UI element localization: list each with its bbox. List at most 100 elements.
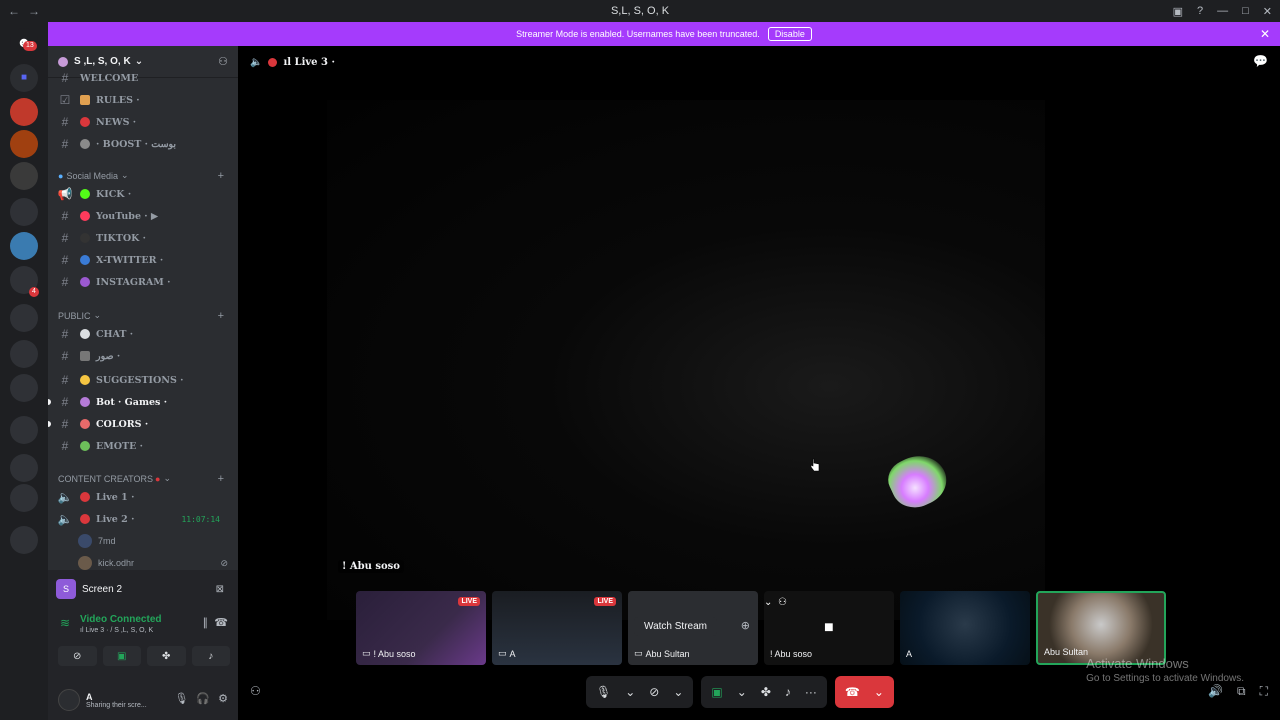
channel-photos[interactable]: # صور · xyxy=(56,346,230,366)
tile-label: A xyxy=(906,649,912,659)
tiktok-emoji-icon xyxy=(80,233,90,243)
server-folder-9[interactable] xyxy=(10,526,38,554)
channel-kick[interactable]: 📢 KICK · xyxy=(56,184,230,204)
minimize-button[interactable]: — xyxy=(1217,5,1228,17)
channel-colors[interactable]: # COLORS · xyxy=(48,414,230,434)
screen-share-panel[interactable]: S Screen 2 ⊠ xyxy=(56,576,230,602)
participant-tile[interactable]: LIVE ▭ A xyxy=(492,591,622,665)
add-channel-icon[interactable]: + xyxy=(218,170,224,182)
category-public[interactable]: PUBLIC ⌄ + xyxy=(58,310,228,322)
voice-channel-live-2[interactable]: 🔈 Live 2 · 11:07:14 xyxy=(56,509,230,529)
watch-stream-button[interactable]: Watch Stream xyxy=(634,617,717,636)
participant-tile[interactable]: ⌄ ⚇ ■ ! Abu soso xyxy=(764,591,894,665)
volume-icon[interactable]: 🔊 xyxy=(1208,684,1223,699)
add-stream-icon[interactable]: ⊕ xyxy=(741,619,750,632)
server-folder-7[interactable] xyxy=(10,454,38,482)
close-banner-icon[interactable]: ✕ xyxy=(1260,27,1270,41)
participant-tile[interactable]: Abu Sultan xyxy=(1036,591,1166,665)
soundboard-icon[interactable]: ♪ xyxy=(785,685,791,699)
boost-emoji-icon xyxy=(80,139,90,149)
back-arrow-icon[interactable]: ← xyxy=(8,4,20,18)
fullscreen-icon[interactable]: ⛶ xyxy=(1260,684,1268,699)
category-social-media[interactable]: ● Social Media ⌄ + xyxy=(58,170,228,182)
channel-emote[interactable]: # EMOTE · xyxy=(56,436,230,456)
chevron-down-icon[interactable]: ⌄ xyxy=(625,685,635,699)
channel-instagram[interactable]: # INSTAGRAM · xyxy=(56,272,230,292)
channel-welcome[interactable]: # WELCOME xyxy=(56,68,230,88)
forward-arrow-icon[interactable]: → xyxy=(28,4,40,18)
screen-share-icon: ▭ xyxy=(362,648,371,658)
channel-news[interactable]: # NEWS · xyxy=(56,112,230,132)
server-folder-8[interactable] xyxy=(10,484,38,512)
hash-icon: # xyxy=(61,417,69,431)
server-icon-3[interactable] xyxy=(10,162,38,190)
mic-icon[interactable]: 🎙 xyxy=(596,685,611,699)
gear-icon[interactable]: ⚙ xyxy=(218,692,228,705)
camera-off-icon[interactable]: ⊘ xyxy=(649,685,659,699)
channel-chat[interactable]: # CHAT · xyxy=(56,324,230,344)
user-panel: S Screen 2 ⊠ ≋ Video Connected ıl Live 3… xyxy=(48,570,238,720)
add-channel-icon[interactable]: + xyxy=(218,473,224,485)
channel-boost[interactable]: # · BOOST · بوست xyxy=(56,134,230,154)
disconnect-icon[interactable]: ☎ xyxy=(214,616,228,629)
chat-bubble-icon[interactable]: 💬 xyxy=(1253,54,1268,68)
main-stream-video[interactable] xyxy=(327,100,1045,620)
add-channel-icon[interactable]: + xyxy=(218,310,224,322)
chevron-down-icon[interactable]: ⌄ xyxy=(737,685,747,699)
invite-icon[interactable]: ⚇ xyxy=(218,55,228,68)
server-folder-4[interactable] xyxy=(10,340,38,368)
channel-youtube[interactable]: # YouTube · ▶ xyxy=(56,206,230,226)
server-folder-6[interactable] xyxy=(10,416,38,444)
channel-rules[interactable]: ☑ RULES · xyxy=(56,90,230,110)
popout-icon[interactable]: ⧉ xyxy=(1237,684,1246,699)
tile-name: Abu Sultan xyxy=(1044,647,1089,657)
soundboard-button[interactable]: ♪ xyxy=(191,646,230,666)
collapse-chevron-icon[interactable]: ⌄ xyxy=(764,597,772,608)
participant-tile[interactable]: A xyxy=(900,591,1030,665)
voice-user[interactable]: 7md xyxy=(78,532,228,550)
channel-x-twitter[interactable]: # X-TWITTER · xyxy=(56,250,230,270)
camera-off-button[interactable]: ⊘ xyxy=(58,646,97,666)
channel-tiktok[interactable]: # TIKTOK · xyxy=(56,228,230,248)
server-icon-1[interactable] xyxy=(10,98,38,126)
palette-emoji-icon xyxy=(80,419,90,429)
people-icon[interactable]: ⚇ xyxy=(778,597,787,608)
maximize-button[interactable]: □ xyxy=(1242,5,1249,17)
inbox-icon[interactable]: ▣ xyxy=(1173,5,1183,18)
disable-button[interactable]: Disable xyxy=(767,27,812,41)
share-screen-icon[interactable]: ▣ xyxy=(711,685,722,699)
participant-tile[interactable]: LIVE ▭! Abu soso xyxy=(356,591,486,665)
channel-label: EMOTE · xyxy=(96,440,143,452)
activities-icon[interactable]: ✤ xyxy=(761,685,771,699)
avatar[interactable] xyxy=(58,689,80,711)
folder-icon[interactable]: ■ xyxy=(10,64,38,92)
activate-sub: Go to Settings to activate Windows. xyxy=(1086,673,1244,684)
avatar xyxy=(78,556,92,570)
chevron-down-icon[interactable]: ⌄ xyxy=(874,685,884,699)
add-people-icon[interactable]: ⚇ xyxy=(250,684,261,698)
server-folder-5[interactable] xyxy=(10,374,38,402)
chevron-down-icon: ⌄ xyxy=(163,473,171,483)
participant-tile[interactable]: Watch Stream ⊕ ▭ Abu Sultan xyxy=(628,591,758,665)
channel-bot-games[interactable]: # Bot · Games · xyxy=(48,392,230,412)
channel-suggestions[interactable]: # SUGGESTIONS · xyxy=(56,370,230,390)
server-icon-2[interactable] xyxy=(10,130,38,158)
hangup-icon[interactable]: ☎ xyxy=(845,685,860,699)
category-content-creators[interactable]: CONTENT CREATORS ● ⌄ + xyxy=(58,473,228,485)
server-icon-4[interactable] xyxy=(10,232,38,260)
help-icon[interactable]: ? xyxy=(1197,5,1203,17)
rules-icon: ☑ xyxy=(59,93,71,107)
tile-name: ! Abu soso xyxy=(770,649,813,659)
chevron-down-icon[interactable]: ⌄ xyxy=(673,685,683,699)
activities-button[interactable]: ✤ xyxy=(147,646,186,666)
server-folder-3[interactable] xyxy=(10,304,38,332)
mic-icon[interactable]: 🎙 xyxy=(174,692,188,705)
headphones-icon[interactable]: 🎧 xyxy=(196,692,210,705)
more-icon[interactable]: ··· xyxy=(805,685,817,699)
noise-suppression-icon[interactable]: ∥ xyxy=(203,616,209,629)
voice-channel-live-1[interactable]: 🔈 Live 1 · xyxy=(56,487,230,507)
server-folder-1[interactable] xyxy=(10,198,38,226)
stop-stream-icon[interactable]: ⊠ xyxy=(216,584,224,595)
close-window-button[interactable]: ✕ xyxy=(1263,5,1272,18)
share-screen-button[interactable]: ▣ xyxy=(102,646,141,666)
